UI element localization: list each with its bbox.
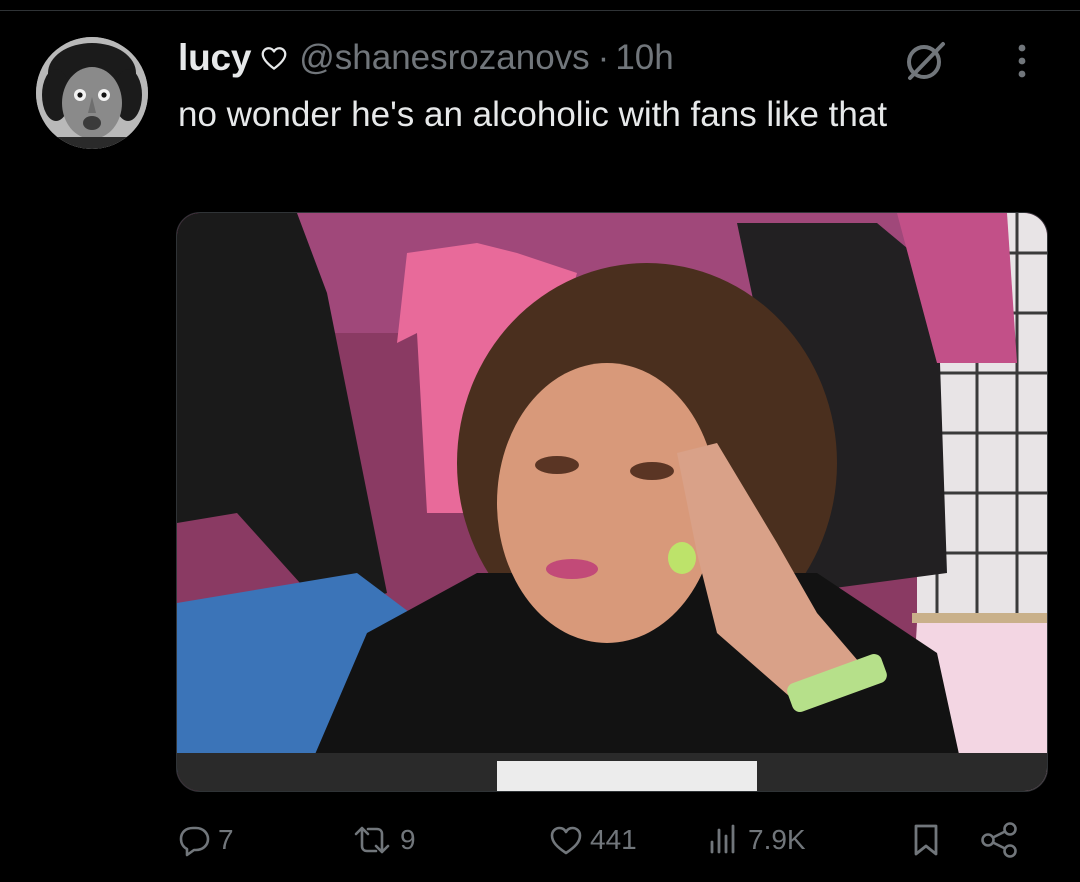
media-image[interactable] <box>176 212 1048 792</box>
post-header: lucy @shanesrozanovs · 10h <box>178 34 674 82</box>
share-icon <box>981 822 1017 858</box>
action-bar: 7 9 441 7.9K <box>0 812 1080 868</box>
retweet-button[interactable]: 9 <box>350 812 416 868</box>
more-vertical-icon[interactable] <box>1004 38 1040 84</box>
tweet-text: no wonder he's an alcoholic with fans li… <box>178 95 888 134</box>
bookmark-button[interactable] <box>908 812 944 868</box>
avatar-image <box>36 37 148 149</box>
views-count: 7.9K <box>748 824 806 855</box>
reply-button[interactable]: 7 <box>176 812 234 868</box>
heart-icon <box>550 826 582 855</box>
like-button[interactable]: 441 <box>548 812 637 868</box>
avatar[interactable] <box>36 37 148 149</box>
like-count: 441 <box>590 824 637 855</box>
timestamp[interactable]: 10h <box>615 38 673 78</box>
reply-icon <box>179 826 210 857</box>
share-button[interactable] <box>980 812 1020 868</box>
grok-icon[interactable] <box>903 38 949 84</box>
bookmark-icon <box>914 824 938 856</box>
separator-dot: · <box>597 38 610 77</box>
views-button[interactable]: 7.9K <box>706 812 806 868</box>
heart-outline-icon <box>259 43 289 73</box>
retweet-icon <box>354 826 390 854</box>
retweet-count: 9 <box>400 824 416 855</box>
display-name[interactable]: lucy <box>178 37 251 79</box>
user-handle[interactable]: @shanesrozanovs <box>299 38 589 78</box>
reply-count: 7 <box>218 824 234 855</box>
top-divider <box>0 0 1080 11</box>
views-bar-chart-icon <box>710 824 735 854</box>
